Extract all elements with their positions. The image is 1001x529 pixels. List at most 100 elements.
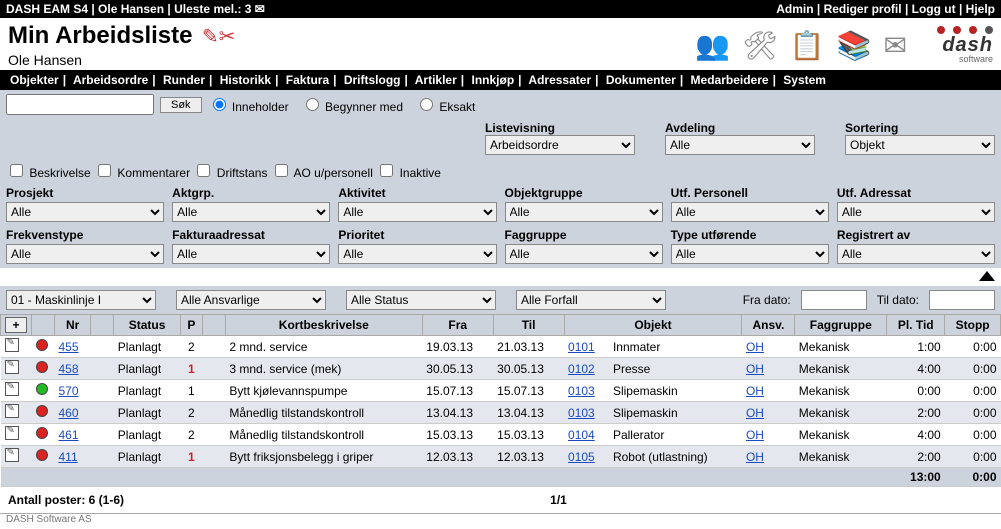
chk-inactive[interactable]: Inaktive — [376, 166, 441, 180]
col-nr[interactable]: Nr — [55, 315, 91, 336]
sel-faggruppe[interactable]: Alle — [505, 244, 663, 264]
sel-utf-personell[interactable]: Alle — [671, 202, 829, 222]
cell-group: Mekanisk — [795, 424, 887, 446]
sel-prosjekt[interactable]: Alle — [6, 202, 164, 222]
order-nr-link[interactable]: 411 — [59, 450, 78, 464]
object-nr-link[interactable]: 0103 — [568, 406, 595, 420]
menu-dokumenter[interactable]: Dokumenter — [606, 73, 676, 87]
chk-desc[interactable]: Beskrivelse — [6, 166, 91, 180]
add-button[interactable]: + — [5, 317, 26, 333]
order-nr-link[interactable]: 460 — [59, 406, 79, 420]
from-date-input[interactable] — [801, 290, 867, 310]
mode-begins[interactable]: Begynner med — [301, 95, 403, 114]
clipboard-icon[interactable]: 📋 — [790, 29, 825, 62]
order-nr-link[interactable]: 455 — [59, 340, 79, 354]
object-nr-link[interactable]: 0101 — [568, 340, 595, 354]
menu-medarbeidere[interactable]: Medarbeidere — [691, 73, 769, 87]
menu-objekter[interactable]: Objekter — [10, 73, 59, 87]
col-resp[interactable]: Ansv. — [742, 315, 795, 336]
resp-link[interactable]: OH — [746, 362, 764, 376]
sel-due[interactable]: Alle Forfall — [516, 290, 666, 310]
table-row[interactable]: 455Planlagt22 mnd. service19.03.1321.03.… — [1, 336, 1001, 358]
mode-contains[interactable]: Inneholder — [208, 95, 289, 114]
chk-ao[interactable]: AO u/personell — [271, 166, 373, 180]
edit-icon[interactable] — [5, 426, 19, 440]
col-object[interactable]: Objekt — [564, 315, 742, 336]
listview-select[interactable]: Arbeidsordre — [485, 135, 635, 155]
sel-prioritet[interactable]: Alle — [338, 244, 496, 264]
sum-stop: 0:00 — [945, 468, 1001, 487]
edit-icon[interactable] — [5, 360, 19, 374]
edit-profile-link[interactable]: Rediger profil — [824, 2, 902, 16]
sel-line[interactable]: 01 - Maskinlinje I — [6, 290, 156, 310]
chk-comments[interactable]: Kommentarer — [94, 166, 190, 180]
resp-link[interactable]: OH — [746, 450, 764, 464]
object-nr-link[interactable]: 0103 — [568, 384, 595, 398]
menu-system[interactable]: System — [783, 73, 826, 87]
table-row[interactable]: 411Planlagt1Bytt friksjonsbelegg i gripe… — [1, 446, 1001, 468]
menu-runder[interactable]: Runder — [163, 73, 205, 87]
resp-link[interactable]: OH — [746, 428, 764, 442]
cell-short: Bytt kjølevannspumpe — [225, 380, 422, 402]
sel-aktivitet[interactable]: Alle — [338, 202, 496, 222]
edit-tools-icon[interactable]: 🛠 — [742, 29, 778, 62]
search-button[interactable]: Søk — [160, 97, 202, 113]
collapse-up-icon[interactable] — [979, 271, 995, 281]
menu-historikk[interactable]: Historikk — [220, 73, 271, 87]
search-input[interactable] — [6, 94, 154, 115]
sel-responsible[interactable]: Alle Ansvarlige — [176, 290, 326, 310]
object-nr-link[interactable]: 0105 — [568, 450, 595, 464]
table-row[interactable]: 461Planlagt2Månedlig tilstandskontroll15… — [1, 424, 1001, 446]
edit-icon[interactable] — [5, 338, 19, 352]
cell-plan: 4:00 — [887, 358, 945, 380]
col-to[interactable]: Til — [493, 315, 564, 336]
menu-artikler[interactable]: Artikler — [415, 73, 457, 87]
edit-icon[interactable] — [5, 448, 19, 462]
menu-arbeidsordre[interactable]: Arbeidsordre — [73, 73, 148, 87]
sel-registrert-av[interactable]: Alle — [837, 244, 995, 264]
sel-utf-adressat[interactable]: Alle — [837, 202, 995, 222]
sort-select[interactable]: Objekt — [845, 135, 995, 155]
mode-exact[interactable]: Eksakt — [415, 95, 475, 114]
resp-link[interactable]: OH — [746, 406, 764, 420]
col-p[interactable]: P — [180, 315, 202, 336]
table-row[interactable]: 460Planlagt2Månedlig tilstandskontroll13… — [1, 402, 1001, 424]
sel-frekvenstype[interactable]: Alle — [6, 244, 164, 264]
logout-link[interactable]: Logg ut — [912, 2, 956, 16]
cell-short: Månedlig tilstandskontroll — [225, 402, 422, 424]
admin-link[interactable]: Admin — [776, 2, 813, 16]
object-nr-link[interactable]: 0104 — [568, 428, 595, 442]
order-nr-link[interactable]: 461 — [59, 428, 79, 442]
menu-adressater[interactable]: Adressater — [528, 73, 591, 87]
table-row[interactable]: 570Planlagt1Bytt kjølevannspumpe15.07.13… — [1, 380, 1001, 402]
sel-fakturaadressat[interactable]: Alle — [172, 244, 330, 264]
sel-type-utforende[interactable]: Alle — [671, 244, 829, 264]
sel-aktgrp[interactable]: Alle — [172, 202, 330, 222]
menu-driftslogg[interactable]: Driftslogg — [344, 73, 401, 87]
edit-icon[interactable] — [5, 404, 19, 418]
mail-icon[interactable]: ✉ — [884, 29, 907, 62]
col-group[interactable]: Faggruppe — [795, 315, 887, 336]
menu-innkjop[interactable]: Innkjøp — [471, 73, 514, 87]
documents-icon[interactable]: 📚 — [837, 29, 872, 62]
chk-downtime[interactable]: Driftstans — [193, 166, 267, 180]
table-row[interactable]: 458Planlagt13 mnd. service (mek)30.05.13… — [1, 358, 1001, 380]
order-nr-link[interactable]: 570 — [59, 384, 79, 398]
col-from[interactable]: Fra — [422, 315, 493, 336]
object-nr-link[interactable]: 0102 — [568, 362, 595, 376]
resp-link[interactable]: OH — [746, 340, 764, 354]
sel-status[interactable]: Alle Status — [346, 290, 496, 310]
resp-link[interactable]: OH — [746, 384, 764, 398]
dept-select[interactable]: Alle — [665, 135, 815, 155]
help-link[interactable]: Hjelp — [966, 2, 995, 16]
col-short[interactable]: Kortbeskrivelse — [225, 315, 422, 336]
col-plan[interactable]: Pl. Tid — [887, 315, 945, 336]
edit-icon[interactable] — [5, 382, 19, 396]
order-nr-link[interactable]: 458 — [59, 362, 79, 376]
col-stop[interactable]: Stopp — [945, 315, 1001, 336]
col-status[interactable]: Status — [114, 315, 181, 336]
sel-objektgruppe[interactable]: Alle — [505, 202, 663, 222]
menu-faktura[interactable]: Faktura — [286, 73, 329, 87]
users-icon[interactable]: 👥 — [695, 29, 730, 62]
to-date-input[interactable] — [929, 290, 995, 310]
